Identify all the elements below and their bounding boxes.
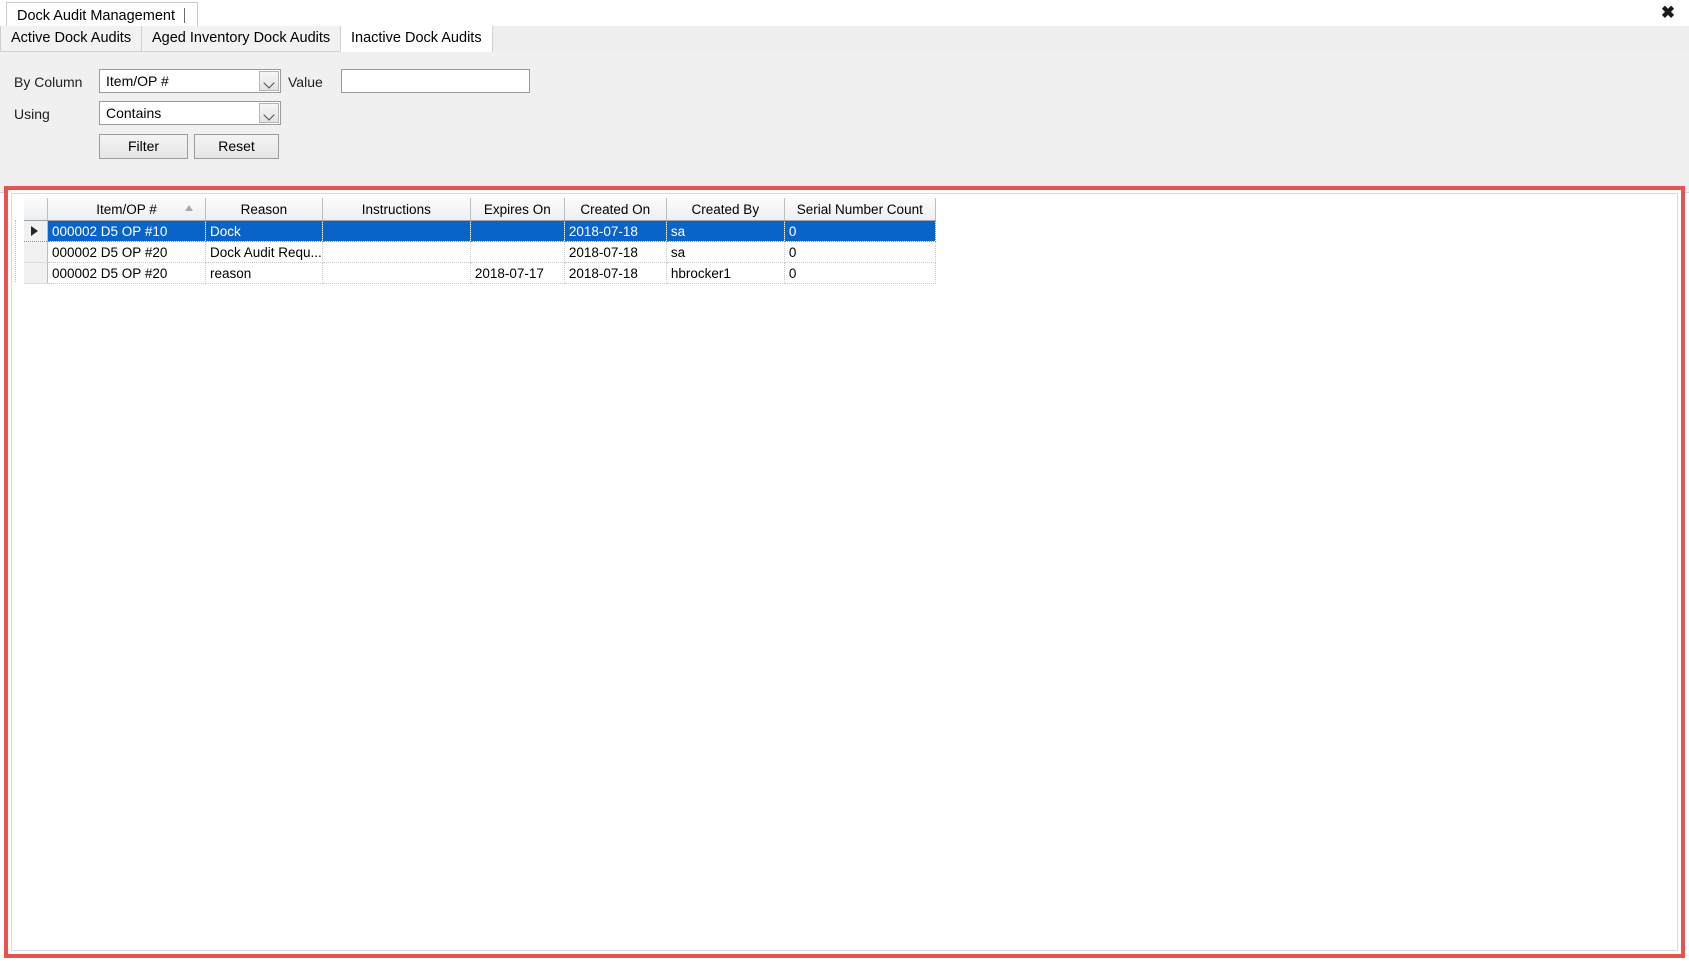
document-tab-label: Dock Audit Management <box>17 8 175 24</box>
tab-active-dock-audits[interactable]: Active Dock Audits <box>0 26 143 52</box>
column-header-label: Created By <box>691 201 760 217</box>
text-caret <box>183 8 185 23</box>
tab-inactive-dock-audits[interactable]: Inactive Dock Audits <box>340 26 493 52</box>
column-header-reason[interactable]: Reason <box>205 198 323 221</box>
cell-created-on[interactable]: 2018-07-18 <box>564 262 667 284</box>
by-column-label: By Column <box>14 74 83 90</box>
cell-instructions[interactable] <box>322 262 471 284</box>
cell-instructions[interactable] <box>322 220 471 242</box>
sort-ascending-icon <box>185 205 193 211</box>
dock-audits-grid-highlight: Item/OP # Reason Instructions Expires On Cre… <box>4 186 1685 958</box>
table-row[interactable]: 000002 D5 OP #10 Dock 2018-07-18 sa 0 <box>24 220 936 242</box>
table-header: Item/OP # Reason Instructions Expires On Cre… <box>24 198 936 221</box>
value-label: Value <box>288 74 323 90</box>
column-header-instructions[interactable]: Instructions <box>322 198 471 221</box>
cell-created-on[interactable]: 2018-07-18 <box>564 220 667 242</box>
cell-created-by[interactable]: sa <box>666 241 785 263</box>
cell-expires-on[interactable]: 2018-07-17 <box>470 262 565 284</box>
cell-reason[interactable]: Dock <box>205 220 323 242</box>
close-icon[interactable]: ✖ <box>1655 2 1681 24</box>
cell-serial-number-count[interactable]: 0 <box>784 220 936 242</box>
chevron-down-icon[interactable] <box>259 103 279 123</box>
column-header-created-by[interactable]: Created By <box>666 198 785 221</box>
table-header-row: Item/OP # Reason Instructions Expires On Cre… <box>24 198 936 221</box>
cell-created-on[interactable]: 2018-07-18 <box>564 241 667 263</box>
cell-reason[interactable]: Dock Audit Requ... <box>205 241 323 263</box>
cell-item-op[interactable]: 000002 D5 OP #10 <box>47 220 206 242</box>
value-input[interactable] <box>341 69 530 93</box>
cell-created-by[interactable]: hbrocker1 <box>666 262 785 284</box>
tab-aged-inventory-dock-audits[interactable]: Aged Inventory Dock Audits <box>141 26 342 52</box>
using-select[interactable]: Contains <box>99 101 281 125</box>
inactive-dock-audits-table[interactable]: Item/OP # Reason Instructions Expires On Cre… <box>24 198 936 284</box>
table-body[interactable]: 000002 D5 OP #10 Dock 2018-07-18 sa 0 000002 … <box>24 220 936 284</box>
cell-serial-number-count[interactable]: 0 <box>784 262 936 284</box>
title-bar: Dock Audit Management ✖ <box>0 0 1689 26</box>
chevron-down-icon[interactable] <box>259 71 279 91</box>
column-header-label: Expires On <box>483 201 551 217</box>
table-select-all-corner[interactable] <box>24 198 48 221</box>
cell-item-op[interactable]: 000002 D5 OP #20 <box>47 262 206 284</box>
column-header-label: Created On <box>580 201 651 217</box>
row-selector[interactable] <box>24 262 48 284</box>
table-row[interactable]: 000002 D5 OP #20 Dock Audit Requ... 2018-0… <box>24 241 936 263</box>
column-header-label: Serial Number Count <box>796 201 923 217</box>
column-header-created-on[interactable]: Created On <box>564 198 667 221</box>
cell-serial-number-count[interactable]: 0 <box>784 241 936 263</box>
filter-panel: By Column Item/OP # Value Using Contains… <box>0 52 1689 193</box>
row-selector[interactable] <box>24 241 48 263</box>
by-column-selected-value: Item/OP # <box>106 73 169 89</box>
column-header-label: Item/OP # <box>96 201 157 217</box>
cell-expires-on[interactable] <box>470 241 565 263</box>
cell-instructions[interactable] <box>322 241 471 263</box>
cell-expires-on[interactable] <box>470 220 565 242</box>
dock-audits-grid-panel[interactable]: Item/OP # Reason Instructions Expires On Cre… <box>11 193 1678 951</box>
tab-strip: Active Dock Audits Aged Inventory Dock A… <box>0 26 1689 53</box>
tab-label: Inactive Dock Audits <box>351 30 482 46</box>
row-selector[interactable] <box>24 220 48 242</box>
reset-button[interactable]: Reset <box>194 134 279 159</box>
column-header-expires-on[interactable]: Expires On <box>470 198 565 221</box>
document-tab-dock-audit-management[interactable]: Dock Audit Management <box>6 2 198 26</box>
by-column-select[interactable]: Item/OP # <box>99 69 281 93</box>
filter-button[interactable]: Filter <box>99 134 188 159</box>
tab-label: Active Dock Audits <box>11 30 132 46</box>
using-label: Using <box>14 106 50 122</box>
cell-item-op[interactable]: 000002 D5 OP #20 <box>47 241 206 263</box>
cell-created-by[interactable]: sa <box>666 220 785 242</box>
column-header-item-op[interactable]: Item/OP # <box>47 198 206 221</box>
column-header-label: Instructions <box>361 201 431 217</box>
current-row-arrow-icon <box>31 226 38 236</box>
table-row[interactable]: 000002 D5 OP #20 reason 2018-07-17 2018-07-… <box>24 262 936 284</box>
column-header-label: Reason <box>240 201 288 217</box>
using-selected-value: Contains <box>106 105 162 121</box>
cell-reason[interactable]: reason <box>205 262 323 284</box>
column-header-serial-number-count[interactable]: Serial Number Count <box>784 198 936 221</box>
tab-label: Aged Inventory Dock Audits <box>152 30 331 46</box>
